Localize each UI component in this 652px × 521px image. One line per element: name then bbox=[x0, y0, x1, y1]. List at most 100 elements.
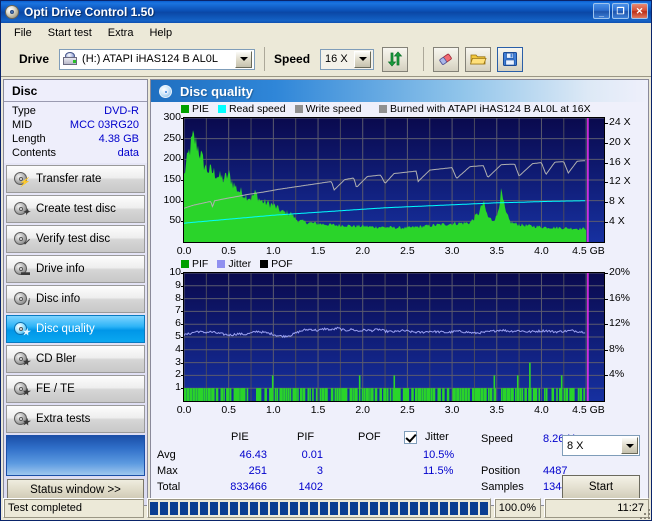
y-axis-tick bbox=[181, 388, 184, 390]
y-axis-tick-label: 9 bbox=[175, 278, 181, 291]
disc-verify-icon: ✓ bbox=[13, 231, 30, 247]
speed-select[interactable]: 16 X bbox=[320, 48, 375, 70]
sidebar-item-fe-te[interactable]: ★ FE / TE bbox=[6, 375, 145, 403]
results-row-label-total: Total bbox=[157, 481, 181, 493]
close-button[interactable]: ✕ bbox=[631, 3, 648, 19]
minimize-button[interactable]: _ bbox=[593, 3, 610, 19]
window-title: Opti Drive Control 1.50 bbox=[24, 5, 155, 19]
sidebar-item-extra-tests[interactable]: ★ Extra tests bbox=[6, 405, 145, 433]
toolbar-divider-1 bbox=[264, 47, 266, 71]
x-axis-tick-label: 3.0 bbox=[444, 245, 460, 257]
sidebar-item-disc-quality[interactable]: ★ Disc quality bbox=[6, 315, 145, 343]
save-button[interactable] bbox=[497, 46, 524, 72]
y-axis-tick-label: 7 bbox=[175, 304, 181, 317]
application-window: Opti Drive Control 1.50 _ ❐ ✕ File Start… bbox=[0, 0, 652, 521]
disc-info-row-contents: Contents data bbox=[4, 146, 147, 160]
x-axis-tick-label: 2.5 bbox=[400, 245, 415, 257]
sidebar-item-label: Transfer rate bbox=[36, 173, 102, 185]
results-avg-pie: 46.43 bbox=[239, 449, 267, 461]
disc-info-value: MCC 03RG20 bbox=[69, 119, 139, 131]
drive-select-value: (H:) ATAPI iHAS124 B AL0L bbox=[82, 53, 218, 65]
menu-file[interactable]: File bbox=[6, 25, 40, 41]
disc-transfer-icon: ⚡ bbox=[13, 171, 30, 187]
y2-axis-tick-label: 16% bbox=[609, 291, 631, 304]
open-icon bbox=[469, 54, 487, 65]
results-total-pif: 1402 bbox=[298, 481, 323, 493]
resize-grip[interactable] bbox=[638, 507, 650, 519]
erase-button[interactable] bbox=[433, 46, 460, 72]
main-body: Disc Type DVD-R MID MCC 03RG20 Length 4.… bbox=[1, 77, 651, 508]
y2-axis-tick bbox=[604, 222, 608, 224]
y-axis-tick-label: 3 bbox=[175, 355, 181, 368]
x-axis-tick-label: 1.0 bbox=[266, 404, 281, 416]
sidebar-item-cd-bler[interactable]: ★ CD Bler bbox=[6, 345, 145, 373]
start-button[interactable]: Start bbox=[562, 475, 640, 499]
menu-extra[interactable]: Extra bbox=[100, 25, 142, 41]
y-axis-tick-label: 150 bbox=[163, 173, 181, 185]
sidebar-filler bbox=[6, 435, 145, 476]
y-axis-tick-label: 300 bbox=[163, 111, 181, 123]
maximize-button[interactable]: ❐ bbox=[612, 3, 629, 19]
y2-axis-tick bbox=[604, 349, 608, 351]
test-speed-select[interactable]: 8 X bbox=[562, 435, 640, 456]
drive-select[interactable]: (H:) ATAPI iHAS124 B AL0L bbox=[59, 48, 256, 70]
app-disc-icon bbox=[4, 4, 20, 20]
progress-percent: 100.0% bbox=[493, 498, 542, 518]
y-axis-tick bbox=[181, 273, 184, 274]
y-axis-tick bbox=[181, 221, 184, 223]
disc-extra-icon: ★ bbox=[13, 411, 30, 427]
sidebar-item-create-test-disc[interactable]: ✦ Create test disc bbox=[6, 195, 145, 223]
y-axis-tick-label: 10 bbox=[169, 266, 181, 278]
plot-frame bbox=[183, 117, 605, 243]
status-bar: Test completed 100.0% 11:27 bbox=[3, 498, 649, 518]
sidebar-item-transfer-rate[interactable]: ⚡ Transfer rate bbox=[6, 165, 145, 193]
x-axis-tick-label: 3.0 bbox=[444, 404, 460, 416]
chevron-down-icon[interactable] bbox=[235, 50, 253, 68]
x-axis-tick-label: 3.5 bbox=[489, 404, 505, 416]
speed-label: Speed bbox=[274, 52, 311, 66]
y-axis-tick-label: 5 bbox=[175, 330, 181, 342]
menu-bar: File Start test Extra Help bbox=[1, 23, 651, 42]
main-header: Disc quality bbox=[151, 80, 648, 102]
menu-start-test[interactable]: Start test bbox=[40, 25, 100, 41]
y-axis-tick bbox=[181, 349, 184, 351]
refresh-button[interactable] bbox=[382, 46, 409, 72]
results-header-pof: POF bbox=[358, 431, 381, 443]
test-speed-value: 8 X bbox=[567, 439, 584, 452]
y2-axis-tick bbox=[604, 182, 608, 184]
results-header-jitter: Jitter bbox=[425, 431, 449, 443]
results-row-label-max: Max bbox=[157, 465, 178, 477]
chevron-down-icon[interactable] bbox=[621, 437, 638, 454]
y2-axis-tick bbox=[604, 142, 608, 144]
sidebar-item-verify-test-disc[interactable]: ✓ Verify test disc bbox=[6, 225, 145, 253]
refresh-icon bbox=[387, 51, 403, 67]
disc-quality-icon bbox=[158, 84, 173, 99]
open-button[interactable] bbox=[465, 46, 492, 72]
y2-axis-tick-label: 24 X bbox=[609, 115, 631, 128]
results-avg-pif: 0.01 bbox=[301, 449, 323, 461]
y-axis-tick-label: 50 bbox=[169, 214, 181, 227]
disc-quality-icon: ★ bbox=[13, 321, 30, 337]
disc-info-row-length: Length 4.38 GB bbox=[4, 132, 147, 146]
disc-info-value: 4.38 GB bbox=[98, 133, 139, 145]
jitter-checkbox[interactable] bbox=[404, 431, 417, 444]
x-axis-tick-label: 4.5 GB bbox=[572, 404, 605, 416]
x-axis-tick-label: 2.5 bbox=[400, 404, 415, 416]
x-axis-tick-label: 4.0 bbox=[534, 404, 549, 416]
y2-axis-tick-label: 12% bbox=[609, 317, 631, 330]
sidebar-item-disc-info[interactable]: i Disc info bbox=[6, 285, 145, 313]
results-max-pie: 251 bbox=[248, 465, 267, 477]
y-axis-tick bbox=[181, 298, 184, 300]
y2-axis-tick-label: 20% bbox=[609, 266, 631, 278]
chevron-down-icon[interactable] bbox=[354, 50, 372, 68]
pie-chart-axes: 50 100 150 200 250 300 4 X 8 X 12 X 16 X 20 X 24 X 0… bbox=[151, 102, 648, 257]
title-bar: Opti Drive Control 1.50 _ ❐ ✕ bbox=[1, 1, 651, 23]
x-axis-tick-label: 2.0 bbox=[355, 404, 371, 416]
drive-icon bbox=[62, 52, 78, 66]
x-axis-tick-label: 0.5 bbox=[221, 404, 236, 416]
sidebar-item-drive-info[interactable]: ▬ Drive info bbox=[6, 255, 145, 283]
y2-axis-tick bbox=[604, 202, 608, 204]
y-axis-tick bbox=[181, 118, 184, 119]
disc-info-key: Contents bbox=[12, 147, 57, 159]
menu-help[interactable]: Help bbox=[141, 25, 180, 41]
